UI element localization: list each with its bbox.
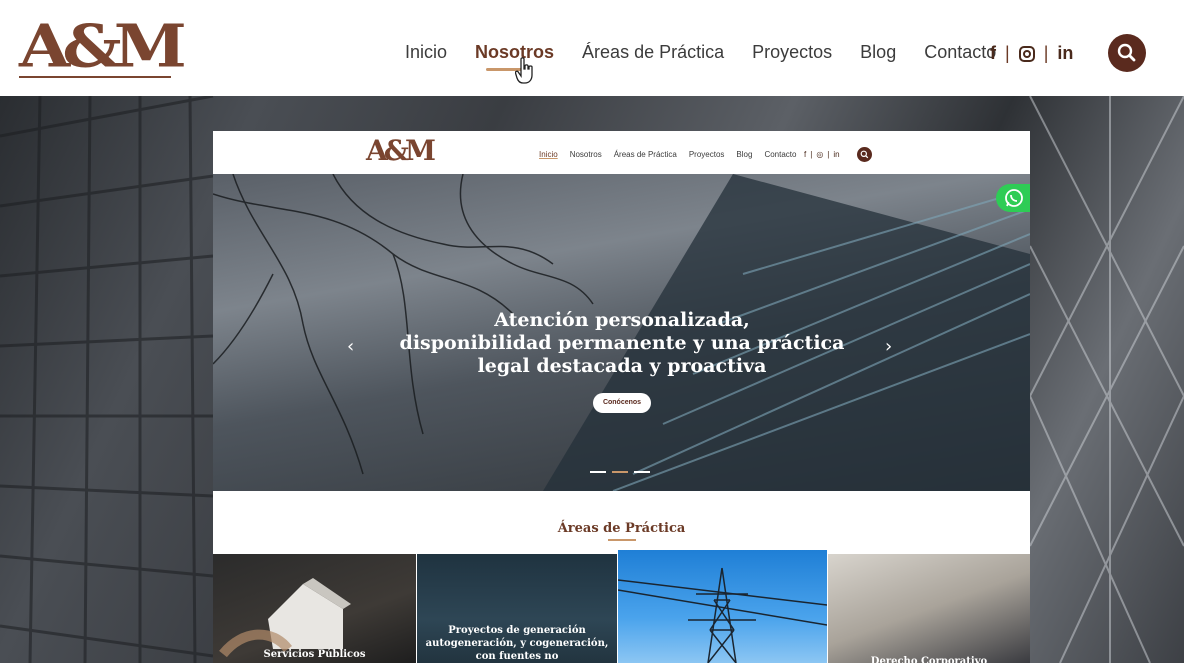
site-logo[interactable]: A&M [19, 16, 187, 75]
nav-item-inicio[interactable]: Inicio [405, 42, 447, 63]
social-separator: | [1043, 43, 1049, 63]
preview-nav-item-nosotros[interactable]: Nosotros [570, 150, 602, 159]
house-model-graphic [219, 578, 351, 658]
nav-item-contacto[interactable]: Contacto [924, 42, 996, 63]
logo-underline [19, 76, 171, 78]
power-tower-graphic [618, 567, 827, 663]
nav-item-blog[interactable]: Blog [860, 42, 896, 63]
slider-dot[interactable] [590, 471, 606, 473]
site-header: A&M Inicio Nosotros Áreas de Práctica Pr… [0, 0, 1184, 96]
practice-card-derecho-corporativo[interactable]: Derecho Corporativo [828, 554, 1030, 663]
chevron-left-icon[interactable]: ‹ [347, 336, 354, 357]
preview-nav-item-proyectos[interactable]: Proyectos [689, 150, 725, 159]
practice-card-servicios-publicos[interactable]: Servicios Públicos [213, 554, 416, 663]
facebook-icon[interactable]: f [990, 43, 996, 64]
whatsapp-icon [1005, 189, 1023, 207]
preview-social-links: f | ◎ | in [804, 150, 844, 159]
hero-title-line: disponibilidad permanente y una práctica [399, 332, 845, 354]
preview-search-icon [860, 150, 869, 159]
practice-area-cards: Servicios Públicos Proyectos de generaci… [213, 550, 1030, 663]
social-links: f | | in [990, 43, 1073, 64]
preview-search-button[interactable] [857, 147, 872, 162]
chevron-right-icon[interactable]: › [885, 336, 892, 357]
areas-section-title: Áreas de Práctica [557, 521, 686, 536]
slider-dot-active[interactable] [612, 471, 628, 473]
slider-dot[interactable] [634, 471, 650, 473]
search-icon [1117, 43, 1136, 62]
preview-nav-item-blog[interactable]: Blog [736, 150, 752, 159]
preview-instagram-icon[interactable]: ◎ [816, 150, 823, 159]
cursor-hand-icon [515, 57, 533, 84]
preview-social-separator: | [810, 150, 813, 159]
hero-title-line: Atención personalizada, [494, 309, 750, 331]
preview-nav-item-areas-de-practica[interactable]: Áreas de Práctica [614, 150, 677, 159]
practice-card-energia[interactable] [618, 550, 827, 663]
nav-item-proyectos[interactable]: Proyectos [752, 42, 832, 63]
hero-title: Atención personalizada, disponibilidad p… [373, 309, 871, 378]
practice-card-proyectos-generacion[interactable]: Proyectos de generación autogeneración, … [417, 554, 617, 663]
practice-card-label: Servicios Públicos [263, 649, 366, 660]
slider-dots [590, 471, 656, 473]
nav-item-areas-de-practica[interactable]: Áreas de Práctica [582, 42, 724, 63]
preview-header: A&M Inicio Nosotros Áreas de Práctica Pr… [213, 131, 1030, 174]
main-nav: Inicio Nosotros Áreas de Práctica Proyec… [405, 42, 1024, 71]
website-preview: A&M Inicio Nosotros Áreas de Práctica Pr… [213, 131, 1030, 663]
preview-nav: Inicio Nosotros Áreas de Práctica Proyec… [539, 150, 808, 159]
preview-linkedin-icon[interactable]: in [833, 150, 839, 159]
hero-slider: Atención personalizada, disponibilidad p… [213, 174, 1030, 491]
areas-title-underline [608, 539, 636, 541]
practice-card-label: Proyectos de generación autogeneración, … [425, 625, 609, 662]
preview-nav-item-inicio[interactable]: Inicio [539, 150, 558, 159]
hero-title-line: legal destacada y proactiva [477, 355, 767, 377]
instagram-icon[interactable] [1018, 45, 1035, 62]
whatsapp-button[interactable] [996, 184, 1030, 212]
linkedin-icon[interactable]: in [1057, 43, 1073, 64]
search-button[interactable] [1108, 34, 1146, 72]
preview-nav-item-contacto[interactable]: Contacto [764, 150, 796, 159]
conocenos-button[interactable]: Conócenos [593, 393, 651, 413]
preview-social-separator: | [827, 150, 830, 159]
preview-facebook-icon[interactable]: f [804, 150, 806, 159]
preview-logo[interactable]: A&M [366, 137, 436, 165]
social-separator: | [1005, 43, 1010, 63]
practice-card-label: Derecho Corporativo [870, 656, 988, 663]
